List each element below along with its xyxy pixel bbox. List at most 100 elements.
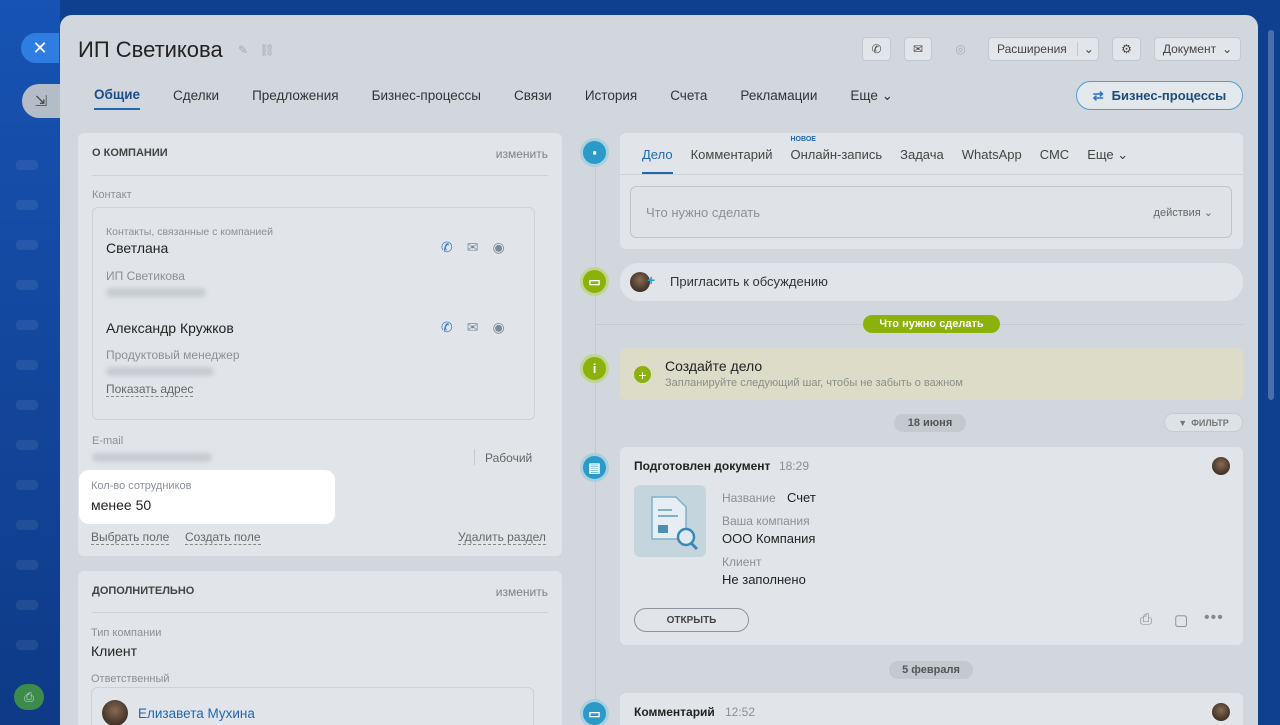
note-icon[interactable]: ▢	[1174, 611, 1188, 629]
actions-dropdown[interactable]: действия ⌄	[1154, 206, 1213, 219]
tab-bizproc[interactable]: Бизнес-процессы	[372, 88, 481, 109]
tab-comment[interactable]: Комментарий	[691, 147, 773, 174]
main-tabs: Общие Сделки Предложения Бизнес-процессы…	[94, 87, 926, 110]
tab-todo[interactable]: Задача	[900, 147, 944, 174]
choose-field-link[interactable]: Выбрать поле	[91, 530, 170, 545]
divider	[474, 449, 475, 465]
comment-icon: ▭	[580, 699, 609, 725]
business-process-button[interactable]: ⇄ Бизнес-процессы	[1076, 81, 1243, 110]
divider	[620, 174, 1243, 175]
tab-history[interactable]: История	[585, 88, 637, 109]
tab-general[interactable]: Общие	[94, 87, 141, 110]
doc-company-value: ООО Компания	[722, 531, 816, 546]
call-button[interactable]: ✆	[862, 37, 891, 61]
rail-item	[16, 440, 38, 450]
settings-button[interactable]: ⚙	[1112, 37, 1141, 61]
rail-item	[16, 600, 38, 610]
employees-value: менее 50	[91, 497, 152, 513]
comment-item: Комментарий 12:52	[620, 693, 1243, 725]
edit-section-link[interactable]: изменить	[496, 585, 548, 599]
hint-subtitle: Запланируйте следующий шаг, чтобы не заб…	[665, 377, 963, 389]
close-icon: ✕	[32, 37, 48, 58]
tab-online-booking[interactable]: НОВОЕ Онлайн-запись	[790, 136, 883, 174]
scrollbar[interactable]	[1268, 30, 1274, 400]
tab-links[interactable]: Связи	[514, 88, 552, 109]
create-field-link[interactable]: Создать поле	[185, 530, 261, 545]
edit-title-icon[interactable]: ✎ ⛓	[238, 43, 279, 57]
avatar	[102, 700, 128, 725]
chat-icon: ◎	[955, 42, 966, 56]
tab-claims[interactable]: Рекламации	[740, 88, 817, 109]
printer-icon[interactable]: ⎙	[14, 684, 44, 710]
open-document-button[interactable]: ОТКРЫТЬ	[634, 608, 749, 632]
rail-item	[16, 480, 38, 490]
email-label: E-mail	[92, 435, 124, 447]
contact-name[interactable]: Светлана	[106, 240, 168, 256]
chevron-down-icon: ⌄	[1076, 42, 1094, 56]
more-icon[interactable]: •••	[1204, 609, 1224, 627]
divider	[92, 175, 548, 176]
info-icon: i	[580, 354, 609, 383]
edit-section-link[interactable]: изменить	[496, 147, 548, 161]
blurred-phone	[106, 367, 214, 376]
mail-icon[interactable]: ✉	[467, 239, 493, 255]
close-slider-button[interactable]: ✕	[21, 33, 59, 63]
tab-sms[interactable]: СМС	[1040, 147, 1069, 174]
chat-icon[interactable]: ◉	[492, 239, 518, 255]
tab-invoices[interactable]: Счета	[670, 88, 707, 109]
tab-more[interactable]: Еще ⌄	[850, 88, 893, 110]
todo-input[interactable]: Что нужно сделать действия ⌄	[630, 186, 1232, 238]
doc-name-label: Название	[722, 491, 776, 505]
document-item: Подготовлен документ 18:29 Название Счет…	[620, 447, 1243, 645]
new-badge: НОВОЕ	[790, 136, 816, 143]
contacts-caption: Контакты, связанные с компанией	[106, 226, 273, 238]
rail-item	[16, 640, 38, 650]
rail-item	[16, 160, 38, 170]
rail-item	[16, 560, 38, 570]
chat-icon[interactable]: ◉	[492, 319, 518, 335]
document-preview[interactable]	[634, 485, 706, 557]
tab-deals[interactable]: Сделки	[173, 88, 219, 109]
delete-section-link[interactable]: Удалить раздел	[458, 530, 546, 545]
extensions-dropdown[interactable]: Расширения ⌄	[988, 37, 1099, 61]
date-pill: 5 февраля	[889, 661, 973, 679]
document-dropdown[interactable]: Документ ⌄	[1154, 37, 1241, 61]
invite-row[interactable]: + Пригласить к обсуждению	[620, 263, 1243, 301]
extensions-label: Расширения	[997, 42, 1067, 56]
contact-name[interactable]: Александр Кружков	[106, 320, 234, 336]
print-icon[interactable]: ⎙	[1140, 611, 1152, 628]
tab-whatsapp[interactable]: WhatsApp	[962, 147, 1022, 174]
todo-pill: Что нужно сделать	[863, 315, 1000, 333]
chevron-down-icon: ⌄	[881, 87, 893, 103]
contact-role: Продуктовый менеджер	[106, 348, 240, 362]
rail-item	[16, 240, 38, 250]
email-button[interactable]: ✉	[904, 37, 932, 61]
responsible-name[interactable]: Елизавета Мухина	[138, 706, 255, 721]
tab-task[interactable]: Дело	[642, 147, 673, 174]
phone-icon[interactable]: ✆	[441, 319, 467, 335]
activity-icon: ▪	[580, 138, 609, 167]
show-address-link[interactable]: Показать адрес	[106, 382, 194, 397]
tab-online-booking-label: Онлайн-запись	[790, 147, 883, 162]
contact-company: ИП Светикова	[106, 269, 185, 283]
chat-button[interactable]: ◎	[946, 37, 975, 61]
timeline-line	[595, 145, 596, 725]
document-search-icon	[651, 496, 699, 551]
hint-title: Создайте дело	[665, 358, 763, 374]
todo-placeholder: Что нужно сделать	[646, 205, 760, 220]
filter-button[interactable]: ▼ ФИЛЬТР	[1164, 413, 1243, 432]
mail-icon[interactable]: ✉	[467, 319, 493, 335]
email-type: Рабочий	[485, 451, 533, 465]
add-icon[interactable]: +	[634, 366, 651, 383]
activity-editor: Дело Комментарий НОВОЕ Онлайн-запись Зада…	[620, 133, 1243, 249]
chevron-down-icon: ⌄	[1117, 147, 1129, 162]
invite-label: Пригласить к обсуждению	[670, 274, 828, 289]
tab-more[interactable]: Еще ⌄	[1087, 147, 1128, 174]
mail-icon: ✉	[912, 42, 924, 56]
rail-item	[16, 520, 38, 530]
tab-quotes[interactable]: Предложения	[252, 88, 339, 109]
minimize-slider-button[interactable]: ⇲	[22, 84, 60, 118]
employees-field[interactable]: Кол-во сотрудников менее 50	[79, 470, 335, 524]
phone-icon[interactable]: ✆	[441, 239, 467, 255]
doc-company-label: Ваша компания	[722, 514, 810, 528]
